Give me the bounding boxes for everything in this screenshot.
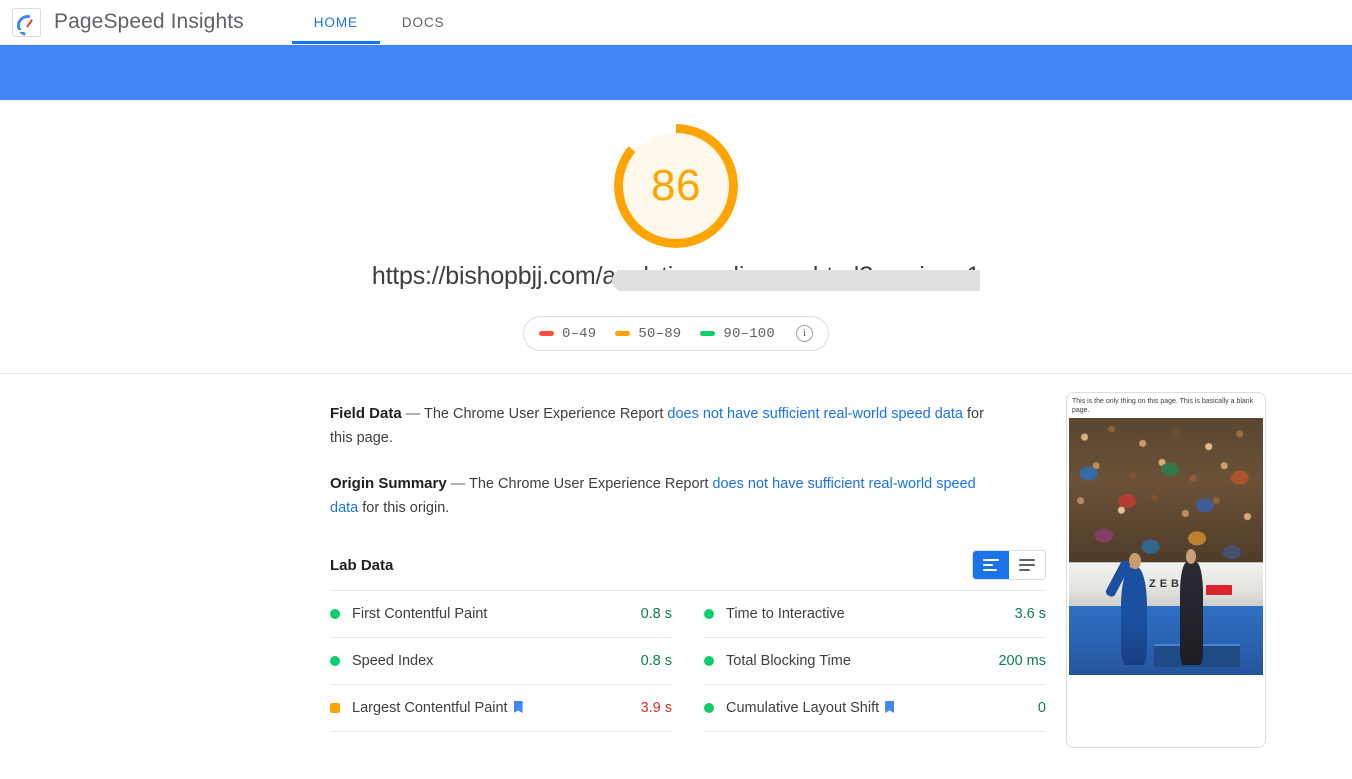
- pagespeed-gauge-logo-icon: [12, 7, 41, 37]
- status-dot-orange-icon: [330, 703, 340, 713]
- table-row[interactable]: Total Blocking Time 200 ms: [704, 638, 1046, 685]
- legend-item-orange: 50–89: [615, 326, 681, 342]
- origin-summary-paragraph: Origin Summary — The Chrome User Experie…: [330, 472, 990, 520]
- page-url: https://bishopbjj.com/analyticsandimage.…: [372, 262, 981, 291]
- status-dot-green-icon: [330, 609, 340, 619]
- table-row[interactable]: First Contentful Paint 0.8 s: [330, 591, 672, 638]
- report-main: Field Data — The Chrome User Experience …: [0, 402, 1046, 732]
- barrier-banner-text: ZEB: [1149, 578, 1183, 591]
- lab-metrics-right-column: Time to Interactive 3.6 s Total Blocking…: [704, 591, 1046, 732]
- status-dot-green-icon: [704, 609, 714, 619]
- performance-score-gauge: 86: [614, 124, 738, 248]
- legend-label-green: 90–100: [723, 325, 776, 342]
- list-view-toggle-button[interactable]: [1009, 551, 1045, 579]
- origin-summary-title: Origin Summary: [330, 475, 447, 492]
- metric-value: 0.8 s: [640, 606, 672, 622]
- arena-barrier: ZEB: [1069, 561, 1263, 606]
- score-legend: 0–49 50–89 90–100 i: [522, 316, 830, 351]
- tab-docs[interactable]: DOCS: [380, 0, 467, 44]
- metric-label: Time to Interactive: [726, 606, 845, 622]
- official-head: [1186, 548, 1197, 564]
- table-row[interactable]: Largest Contentful Paint 3.9 s: [330, 685, 672, 732]
- legend-label-red: 0–49: [561, 325, 597, 342]
- origin-summary-text-before: The Chrome User Experience Report: [469, 476, 709, 492]
- preview-screenshot-image: ZEB: [1069, 418, 1263, 675]
- status-dot-green-icon: [330, 656, 340, 666]
- metric-label: Largest Contentful Paint: [352, 700, 508, 716]
- preview-caption: This is the only thing on this page. Thi…: [1072, 398, 1254, 414]
- table-row[interactable]: Cumulative Layout Shift 0: [704, 685, 1046, 732]
- metric-label: Speed Index: [352, 653, 434, 669]
- hero-band: [0, 45, 1352, 100]
- metric-value: 3.6 s: [1014, 606, 1046, 622]
- official-figure: [1179, 548, 1203, 665]
- tab-home[interactable]: HOME: [291, 0, 381, 44]
- brand: PageSpeed Insights: [0, 0, 244, 44]
- app-bar: PageSpeed Insights HOME DOCS: [0, 0, 1352, 45]
- nav-tabs: HOME DOCS: [291, 0, 467, 44]
- metric-label: Total Blocking Time: [726, 653, 851, 669]
- report-column: Field Data — The Chrome User Experience …: [330, 402, 1046, 732]
- legend-item-green: 90–100: [700, 326, 775, 342]
- legend-swatch-red-icon: [538, 331, 554, 336]
- app-title: PageSpeed Insights: [54, 10, 244, 33]
- score-section: 86 https://bishopbjj.com/analyticsandima…: [0, 100, 1352, 374]
- crowd-detail: [1069, 438, 1263, 578]
- lab-data-title: Lab Data: [330, 556, 394, 574]
- legend-label-orange: 50–89: [638, 325, 682, 342]
- table-row[interactable]: Speed Index 0.8 s: [330, 638, 672, 685]
- barrier-badge: [1205, 585, 1232, 596]
- metric-value: 200 ms: [998, 653, 1046, 669]
- metric-value: 0: [1037, 700, 1046, 716]
- core-web-vital-badge-icon: [885, 701, 895, 713]
- status-dot-green-icon: [704, 703, 714, 713]
- metric-value: 3.9 s: [640, 700, 672, 716]
- url-redaction-overlay: [611, 270, 981, 291]
- lab-metrics-left-column: First Contentful Paint 0.8 s Speed Index…: [330, 591, 672, 732]
- core-web-vital-badge-icon: [513, 701, 523, 713]
- legend-swatch-green-icon: [700, 331, 716, 336]
- legend-item-red: 0–49: [538, 325, 597, 342]
- table-row[interactable]: Time to Interactive 3.6 s: [704, 591, 1046, 638]
- info-icon[interactable]: i: [796, 325, 814, 342]
- status-dot-green-icon: [704, 656, 714, 666]
- bar-view-icon: [983, 559, 999, 571]
- metric-label: First Contentful Paint: [352, 606, 488, 622]
- legend-swatch-orange-icon: [615, 331, 631, 336]
- list-view-icon: [1019, 559, 1035, 571]
- field-data-text-before: The Chrome User Experience Report: [424, 406, 664, 422]
- lab-data-header: Lab Data: [330, 550, 1046, 580]
- field-data-title: Field Data: [330, 405, 402, 422]
- field-data-link[interactable]: does not have sufficient real-world spee…: [667, 406, 963, 422]
- origin-summary-dash: —: [450, 476, 466, 492]
- athlete-head: [1128, 553, 1141, 569]
- lab-metrics: First Contentful Paint 0.8 s Speed Index…: [330, 590, 1046, 732]
- metric-value: 0.8 s: [640, 653, 672, 669]
- bar-view-toggle-button[interactable]: [973, 551, 1009, 579]
- origin-summary-text-after: for this origin.: [362, 500, 450, 516]
- page-screenshot-panel: This is the only thing on this page. Thi…: [1066, 392, 1266, 748]
- metric-label: Cumulative Layout Shift: [726, 700, 880, 716]
- score-value: 86: [651, 161, 701, 210]
- view-toggle-group: [972, 550, 1046, 580]
- athlete-figure: [1104, 553, 1147, 665]
- field-data-dash: —: [405, 406, 421, 422]
- field-data-paragraph: Field Data — The Chrome User Experience …: [330, 402, 990, 450]
